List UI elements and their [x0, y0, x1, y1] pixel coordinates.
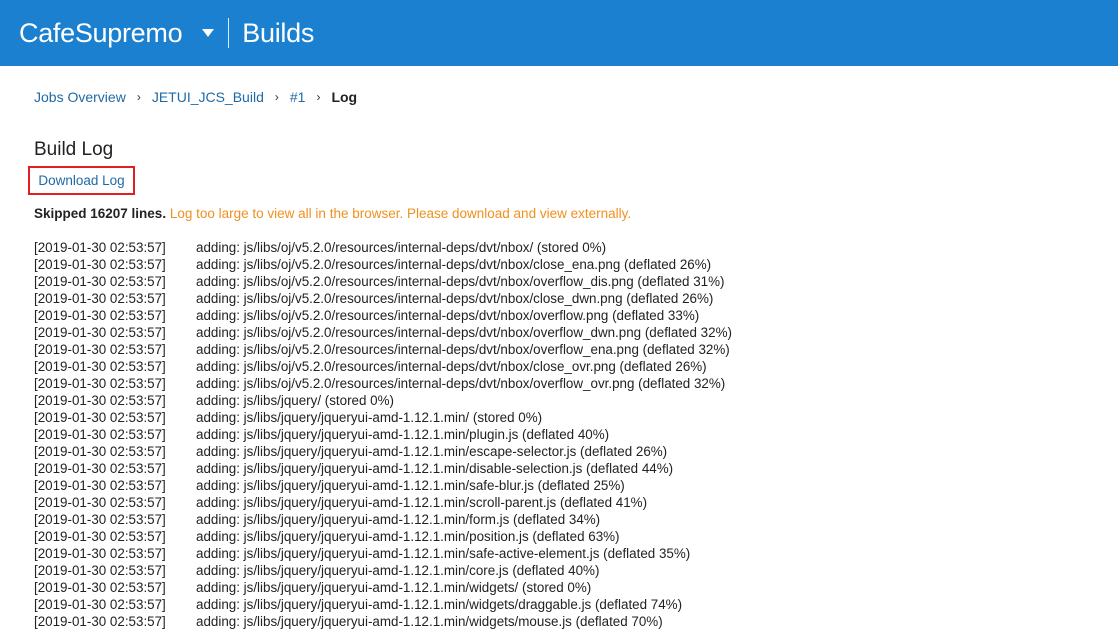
log-message: adding: js/libs/jquery/jqueryui-amd-1.12…	[196, 427, 610, 442]
log-too-large-warning: Log too large to view all in the browser…	[169, 206, 632, 221]
log-message: adding: js/libs/oj/v5.2.0/resources/inte…	[196, 257, 712, 272]
log-timestamp: [2019-01-30 02:53:57]	[34, 478, 166, 493]
log-message: adding: js/libs/oj/v5.2.0/resources/inte…	[196, 274, 725, 289]
log-line: [2019-01-30 02:53:57] adding: js/libs/oj/…	[34, 324, 1094, 341]
log-timestamp: [2019-01-30 02:53:57]	[34, 291, 166, 306]
log-message: adding: js/libs/oj/v5.2.0/resources/inte…	[196, 308, 700, 323]
log-message: adding: js/libs/jquery/jqueryui-amd-1.12…	[196, 478, 625, 493]
log-message: adding: js/libs/jquery/jqueryui-amd-1.12…	[196, 597, 683, 612]
log-line: [2019-01-30 02:53:57] adding: js/libs/oj/…	[34, 375, 1094, 392]
log-timestamp: [2019-01-30 02:53:57]	[34, 393, 166, 408]
download-log-highlight: Download Log	[28, 166, 135, 195]
log-timestamp: [2019-01-30 02:53:57]	[34, 427, 166, 442]
log-timestamp: [2019-01-30 02:53:57]	[34, 240, 166, 255]
page-title: Build Log	[34, 139, 114, 160]
log-line: [2019-01-30 02:53:57] adding: js/libs/oj/…	[34, 341, 1094, 358]
log-line: [2019-01-30 02:53:57] adding: js/libs/jqu…	[34, 409, 1094, 426]
breadcrumb-build-number[interactable]: #1	[290, 89, 306, 105]
log-message: adding: js/libs/oj/v5.2.0/resources/inte…	[196, 240, 607, 255]
log-timestamp: [2019-01-30 02:53:57]	[34, 580, 166, 595]
log-timestamp: [2019-01-30 02:53:57]	[34, 257, 166, 272]
breadcrumb-job[interactable]: JETUI_JCS_Build	[152, 89, 264, 105]
top-header-bar: CafeSupremo Builds	[0, 0, 1118, 66]
log-line: [2019-01-30 02:53:57] adding: js/libs/jqu…	[34, 426, 1094, 443]
log-message: adding: js/libs/oj/v5.2.0/resources/inte…	[196, 376, 726, 391]
log-message: adding: js/libs/jquery/jqueryui-amd-1.12…	[196, 546, 691, 561]
app-brand[interactable]: CafeSupremo	[19, 18, 183, 49]
log-timestamp: [2019-01-30 02:53:57]	[34, 512, 166, 527]
skipped-lines-text: Skipped 16207 lines.	[34, 206, 167, 221]
breadcrumb-chevron-icon: ›	[274, 90, 279, 104]
header-divider	[228, 18, 230, 48]
app-switcher-caret-icon[interactable]	[202, 29, 215, 37]
download-log-link[interactable]: Download Log	[38, 173, 124, 188]
log-timestamp: [2019-01-30 02:53:57]	[34, 461, 166, 476]
log-message: adding: js/libs/jquery/jqueryui-amd-1.12…	[196, 580, 592, 595]
log-line: [2019-01-30 02:53:57] adding: js/libs/oj/…	[34, 307, 1094, 324]
log-message: adding: js/libs/oj/v5.2.0/resources/inte…	[196, 342, 730, 357]
log-timestamp: [2019-01-30 02:53:57]	[34, 597, 166, 612]
log-timestamp: [2019-01-30 02:53:57]	[34, 308, 166, 323]
log-line: [2019-01-30 02:53:57] adding: js/libs/oj/…	[34, 273, 1094, 290]
log-message: adding: js/libs/oj/v5.2.0/resources/inte…	[196, 359, 707, 374]
log-timestamp: [2019-01-30 02:53:57]	[34, 325, 166, 340]
log-line: [2019-01-30 02:53:57] adding: js/libs/jqu…	[34, 545, 1094, 562]
log-message: adding: js/libs/jquery/ (stored 0%)	[196, 393, 394, 408]
log-line: [2019-01-30 02:53:57] adding: js/libs/jqu…	[34, 477, 1094, 494]
log-message: adding: js/libs/jquery/jqueryui-amd-1.12…	[196, 444, 668, 459]
log-line: [2019-01-30 02:53:57] adding: js/libs/jqu…	[34, 511, 1094, 528]
log-message: adding: js/libs/jquery/jqueryui-amd-1.12…	[196, 614, 663, 629]
log-message: adding: js/libs/oj/v5.2.0/resources/inte…	[196, 325, 732, 340]
log-truncation-notice: Skipped 16207 lines. Log too large to vi…	[34, 206, 631, 221]
log-line: [2019-01-30 02:53:57] adding: js/libs/jqu…	[34, 443, 1094, 460]
log-line: [2019-01-30 02:53:57] adding: js/libs/jqu…	[34, 494, 1094, 511]
log-timestamp: [2019-01-30 02:53:57]	[34, 563, 166, 578]
log-timestamp: [2019-01-30 02:53:57]	[34, 376, 166, 391]
log-message: adding: js/libs/jquery/jqueryui-amd-1.12…	[196, 563, 600, 578]
breadcrumb-chevron-icon: ›	[316, 90, 321, 104]
log-timestamp: [2019-01-30 02:53:57]	[34, 410, 166, 425]
log-timestamp: [2019-01-30 02:53:57]	[34, 614, 166, 629]
log-line: [2019-01-30 02:53:57] adding: js/libs/jqu…	[34, 562, 1094, 579]
log-line: [2019-01-30 02:53:57] adding: js/libs/jqu…	[34, 528, 1094, 545]
log-message: adding: js/libs/jquery/jqueryui-amd-1.12…	[196, 410, 543, 425]
log-message: adding: js/libs/jquery/jqueryui-amd-1.12…	[196, 512, 601, 527]
log-timestamp: [2019-01-30 02:53:57]	[34, 529, 166, 544]
breadcrumb-jobs-overview[interactable]: Jobs Overview	[34, 89, 126, 105]
breadcrumb: Jobs Overview › JETUI_JCS_Build › #1 › L…	[34, 89, 357, 105]
breadcrumb-chevron-icon: ›	[136, 90, 141, 104]
log-message: adding: js/libs/jquery/jqueryui-amd-1.12…	[196, 529, 620, 544]
section-title: Builds	[242, 17, 315, 48]
log-timestamp: [2019-01-30 02:53:57]	[34, 274, 166, 289]
log-message: adding: js/libs/jquery/jqueryui-amd-1.12…	[196, 461, 674, 476]
log-line: [2019-01-30 02:53:57] adding: js/libs/oj/…	[34, 358, 1094, 375]
log-line: [2019-01-30 02:53:57] adding: js/libs/jqu…	[34, 460, 1094, 477]
log-timestamp: [2019-01-30 02:53:57]	[34, 495, 166, 510]
breadcrumb-current: Log	[331, 89, 358, 105]
log-timestamp: [2019-01-30 02:53:57]	[34, 359, 166, 374]
log-message: adding: js/libs/jquery/jqueryui-amd-1.12…	[196, 495, 648, 510]
log-timestamp: [2019-01-30 02:53:57]	[34, 546, 166, 561]
log-timestamp: [2019-01-30 02:53:57]	[34, 342, 166, 357]
log-timestamp: [2019-01-30 02:53:57]	[34, 444, 166, 459]
log-line: [2019-01-30 02:53:57] adding: js/libs/jqu…	[34, 392, 1094, 409]
log-line: [2019-01-30 02:53:57] adding: js/libs/jqu…	[34, 579, 1094, 596]
log-line: [2019-01-30 02:53:57] adding: js/libs/oj/…	[34, 256, 1094, 273]
log-line: [2019-01-30 02:53:57] adding: js/libs/oj/…	[34, 239, 1094, 256]
log-line: [2019-01-30 02:53:57] adding: js/libs/oj/…	[34, 290, 1094, 307]
log-line: [2019-01-30 02:53:57] adding: js/libs/jqu…	[34, 613, 1094, 630]
build-log-output: [2019-01-30 02:53:57] adding: js/libs/oj/…	[34, 239, 1094, 630]
log-message: adding: js/libs/oj/v5.2.0/resources/inte…	[196, 291, 714, 306]
log-line: [2019-01-30 02:53:57] adding: js/libs/jqu…	[34, 596, 1094, 613]
